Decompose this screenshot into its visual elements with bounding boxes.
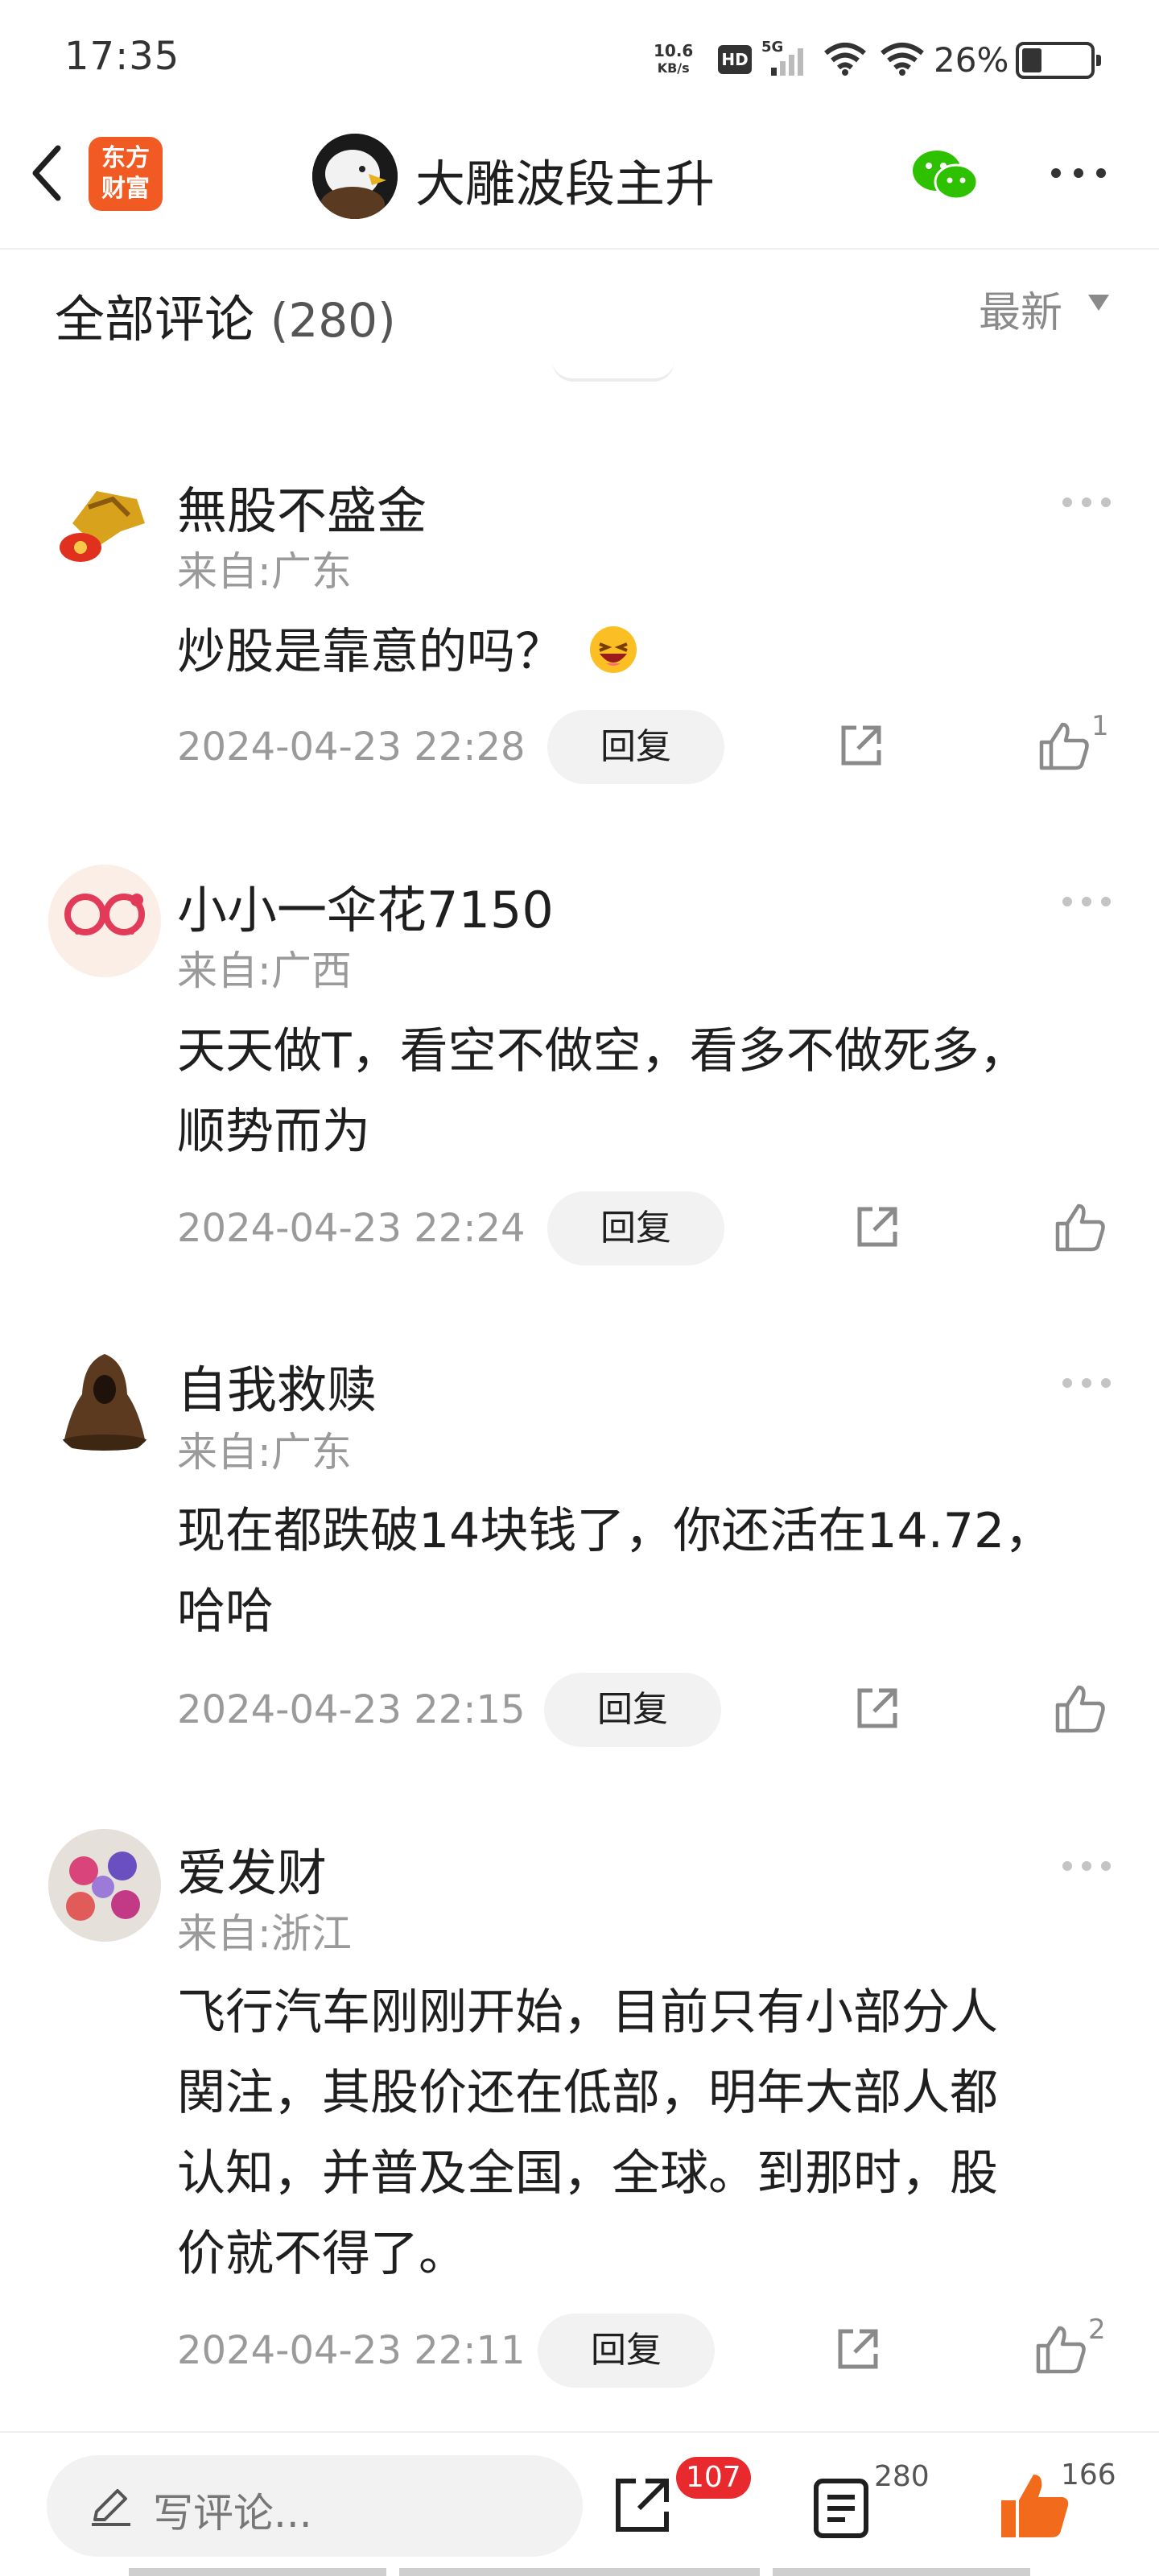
pen-icon [92, 2489, 130, 2526]
author-avatar[interactable] [312, 134, 398, 219]
hd-icon: HD [718, 45, 752, 74]
like-count: 1 [1091, 710, 1109, 742]
wifi-call-icon [824, 43, 866, 76]
scroll-indicator [552, 361, 674, 382]
status-bar: 17:35 10.6 KB/s HD 5G 26% [0, 0, 1159, 113]
comment-more-icon[interactable] [1061, 895, 1112, 908]
comment-text: 炒股是靠意的吗？ [177, 612, 1119, 692]
share-icon[interactable] [834, 2325, 882, 2373]
comments-title: 全部评论 (280) [55, 290, 396, 349]
share-icon[interactable] [837, 721, 885, 770]
comment-item: 無股不盛金 来自:广东 炒股是靠意的吗？ 2024-04-23 22:28 回复… [0, 451, 1159, 797]
like-count: 2 [1088, 2314, 1106, 2346]
comment-more-icon[interactable] [1061, 1377, 1112, 1389]
like-icon[interactable] [1054, 1203, 1107, 1253]
comment-count: 280 [874, 2460, 930, 2493]
share-icon[interactable] [612, 2475, 673, 2536]
caret-down-icon[interactable] [1087, 293, 1111, 312]
laughing-emoji-icon [588, 618, 638, 673]
avatar[interactable] [48, 467, 161, 580]
like-count: 166 [1061, 2458, 1116, 2491]
location: 来自:广西 [177, 947, 352, 994]
like-icon[interactable] [1038, 721, 1091, 771]
comment-date: 2024-04-23 22:11 [177, 2328, 526, 2373]
like-icon[interactable] [1054, 1684, 1107, 1734]
eastmoney-logo[interactable]: 东方 财富 [89, 137, 163, 211]
more-options-icon[interactable] [1046, 161, 1111, 185]
username[interactable]: 無股不盛金 [177, 470, 427, 543]
comment-date: 2024-04-23 22:15 [177, 1687, 526, 1732]
comment-more-icon[interactable] [1061, 1860, 1112, 1872]
wifi-icon [881, 43, 924, 76]
comment-text: 天天做T，看空不做空，看多不做死多， 顺势而为 [177, 1023, 1028, 1160]
comment-more-icon[interactable] [1061, 496, 1112, 509]
battery-percent: 26% [934, 40, 1009, 80]
share-icon[interactable] [853, 1203, 901, 1251]
location: 来自:广东 [177, 1429, 352, 1476]
location: 来自:浙江 [177, 1910, 352, 1957]
reply-button[interactable]: 回复 [547, 1191, 724, 1265]
sort-dropdown[interactable]: 最新 [979, 279, 1062, 339]
avatar[interactable] [48, 865, 161, 977]
avatar[interactable] [48, 1346, 161, 1459]
comment-date: 2024-04-23 22:24 [177, 1206, 526, 1251]
comment-item: 爱发财 来自:浙江 飞行汽车刚刚开始，目前只有小部分人 関注，其股价还在低部，明… [0, 1819, 1159, 2388]
reply-button[interactable]: 回复 [544, 1673, 721, 1747]
username[interactable]: 爱发财 [177, 1832, 327, 1905]
comment-item: 自我救赎 来自:广东 现在都跌破14块钱了，你还活在14.72， 哈哈 2024… [0, 1336, 1159, 1755]
network-speed: 10.6 KB/s [654, 41, 694, 76]
wechat-icon[interactable] [909, 147, 980, 204]
reply-button[interactable]: 回复 [547, 710, 724, 784]
share-count-badge: 107 [676, 2457, 751, 2499]
share-icon[interactable] [853, 1684, 901, 1732]
back-arrow-icon[interactable] [23, 137, 71, 209]
avatar[interactable] [48, 1829, 161, 1942]
page-title: 大雕波段主升 [415, 155, 716, 213]
comment-item: 小小一伞花7150 来自:广西 天天做T，看空不做空，看多不做死多， 顺势而为 … [0, 853, 1159, 1272]
comment-input-placeholder[interactable]: 写评论... [153, 2481, 312, 2539]
battery-icon [1016, 42, 1101, 79]
location: 来自:广东 [177, 548, 352, 595]
status-time: 17:35 [64, 34, 180, 79]
username[interactable]: 小小一伞花7150 [177, 869, 554, 942]
comments-count: (280) [270, 293, 396, 348]
username[interactable]: 自我救赎 [177, 1349, 377, 1422]
like-icon[interactable] [1035, 2325, 1088, 2375]
signal-5g-icon: 5G [761, 39, 805, 77]
comment-date: 2024-04-23 22:28 [177, 724, 526, 770]
home-indicator [129, 2568, 1030, 2576]
reply-button[interactable]: 回复 [538, 2314, 715, 2388]
comments-list-icon[interactable] [813, 2478, 869, 2539]
comment-text: 现在都跌破14块钱了，你还活在14.72， 哈哈 [177, 1503, 1054, 1640]
comment-text: 飞行汽车刚刚开始，目前只有小部分人 関注，其股价还在低部，明年大部人都 认知，并… [177, 1984, 998, 2282]
